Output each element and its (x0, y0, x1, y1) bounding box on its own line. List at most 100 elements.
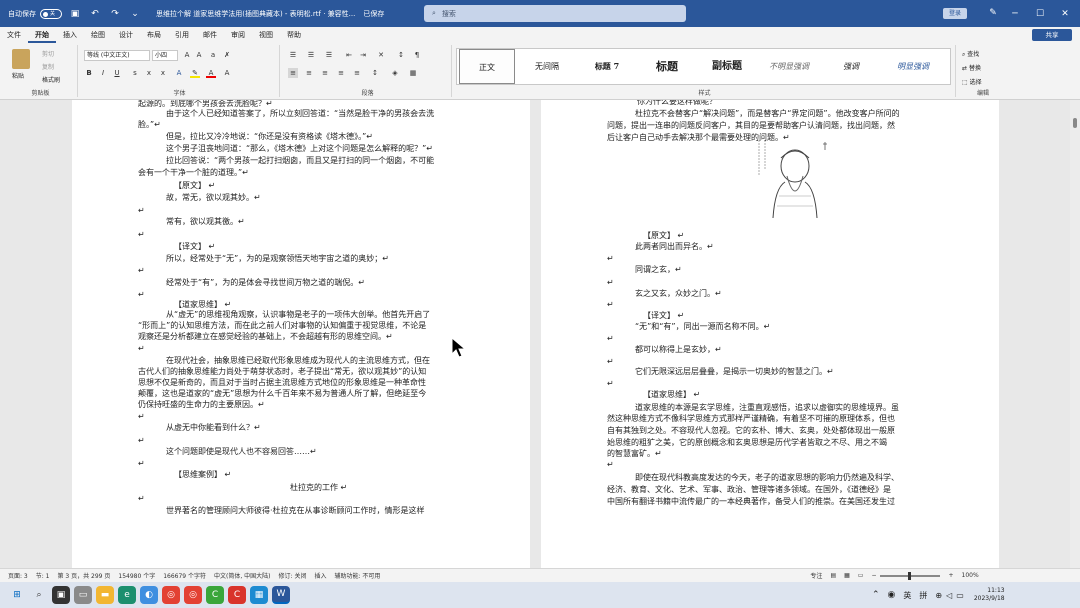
paste-icon[interactable] (12, 49, 30, 69)
tab-insert[interactable]: 插入 (56, 27, 84, 43)
tab-layout[interactable]: 布局 (140, 27, 168, 43)
text-line[interactable]: ↵ (138, 493, 145, 504)
clock[interactable]: 11:13 2023/9/18 (974, 587, 1005, 603)
chrome-icon[interactable]: ◎ (162, 586, 180, 604)
text-line[interactable]: 【译文】 ↵ (174, 241, 215, 252)
text-line[interactable]: ↵ (607, 333, 614, 344)
copy-button[interactable]: 复制 (42, 62, 54, 71)
text-line[interactable]: 脸。”↵ (138, 119, 161, 130)
ime-lang[interactable]: 英 (903, 590, 911, 601)
text-line[interactable]: 它们无限深远层层叠叠，是揭示一切奥妙的智慧之门。↵ (635, 366, 834, 377)
text-line[interactable]: 这个问题即使是现代人也不容易回答……↵ (166, 446, 317, 457)
bullets-icon[interactable]: ☰ (288, 50, 298, 60)
status-page-of[interactable]: 第 3 页，共 299 页 (58, 571, 111, 580)
chrome-icon-2[interactable]: ◎ (184, 586, 202, 604)
tab-home[interactable]: 开始 (28, 27, 56, 43)
text-line[interactable]: 的智慧富矿。↵ (607, 448, 662, 459)
word-icon[interactable]: W (272, 586, 290, 604)
tab-view[interactable]: 视图 (252, 27, 280, 43)
pen-icon[interactable]: ✎ (986, 6, 1000, 20)
tab-references[interactable]: 引用 (168, 27, 196, 43)
style-no-spacing[interactable]: 无间隔 (519, 49, 575, 84)
find-button[interactable]: ⌕ 查找 (962, 49, 979, 59)
saved-status[interactable]: 已保存 (363, 9, 384, 19)
text-line[interactable]: 问题，提出一连串的问题反问客户，其目的是要帮助客户认清问题，找出问题，然 (607, 120, 895, 131)
numbering-icon[interactable]: ☰ (306, 50, 316, 60)
align-left-icon[interactable]: ≡ (288, 68, 298, 78)
text-line[interactable]: ↵ (607, 253, 614, 264)
highlight-icon[interactable]: ✎ (190, 68, 200, 78)
file-explorer-icon[interactable]: ▬ (96, 586, 114, 604)
paste-button[interactable]: 粘贴 (12, 71, 24, 80)
borders-icon[interactable]: ▦ (408, 68, 418, 78)
app-icon-1[interactable]: ▭ (74, 586, 92, 604)
shading-icon[interactable]: ◈ (390, 68, 400, 78)
style-intense-emphasis[interactable]: 明显强调 (885, 49, 941, 84)
font-name-select[interactable]: 等线 (中文正文) (84, 50, 150, 61)
tray-app-icon[interactable]: ◉ (888, 590, 896, 600)
decrease-indent-icon[interactable]: ⇤ (344, 50, 354, 60)
text-line[interactable]: “无”和“有”，同出一源而名称不同。↵ (635, 321, 770, 332)
text-line[interactable]: 然这种思维方式不像科学思维方式那样严谨精确，有着坚不可摧的原理体系，但也 (607, 413, 895, 424)
replace-button[interactable]: ⇄ 替换 (962, 63, 981, 72)
zoom-level[interactable]: 100% (962, 572, 979, 579)
show-marks-icon[interactable]: ¶ (412, 50, 422, 60)
text-line[interactable]: 【道家思维】 ↵ (643, 389, 700, 400)
text-line[interactable]: 颠覆，这也是道家的“虚无”思想为什么千百年来不易为普通人所了解，但绝延至今 (138, 388, 426, 399)
text-line[interactable]: 后让客户自己动手去解决那个最需要处理的问题。↵ (607, 132, 790, 143)
read-mode-icon[interactable]: ▤ (830, 572, 836, 579)
text-line[interactable]: 此两者同出而异名。↵ (635, 241, 714, 252)
focus-mode-button[interactable]: 专注 (810, 571, 822, 580)
format-painter-button[interactable]: 格式刷 (42, 75, 60, 84)
text-line[interactable]: 杜拉克的工作 ↵ (290, 482, 347, 493)
subscript-icon[interactable]: x (144, 68, 154, 78)
text-line[interactable]: 故，常无，欲以观其妙。↵ (166, 192, 261, 203)
taskbar-search-icon[interactable]: ⌕ (30, 586, 48, 604)
multilevel-icon[interactable]: ☰ (324, 50, 334, 60)
text-line[interactable]: ↵ (607, 356, 614, 367)
clear-format-icon[interactable]: ✗ (222, 50, 232, 60)
text-line[interactable]: ↵ (607, 277, 614, 288)
bold-icon[interactable]: B (84, 68, 94, 78)
increase-indent-icon[interactable]: ⇥ (358, 50, 368, 60)
close-icon[interactable]: ✕ (1050, 0, 1080, 27)
scroll-thumb[interactable] (1073, 118, 1077, 128)
tray-chevron-icon[interactable]: ⌃ (872, 590, 880, 600)
text-line[interactable]: 同谓之玄，↵ (635, 264, 682, 275)
text-line[interactable]: 始思维的粗犷之美，它的原创概念和玄奥思想是历代学者皆取之不尽、用之不竭 (607, 437, 887, 448)
zoom-out-icon[interactable]: − (871, 572, 876, 579)
select-button[interactable]: ⬚ 选择 (962, 77, 982, 86)
text-line[interactable]: 观察还是分析都建立在感觉经验的基础上，不会超越有形的思维空间。↵ (138, 331, 393, 342)
text-line[interactable]: ↵ (607, 378, 614, 389)
style-emphasis[interactable]: 强调 (823, 49, 879, 84)
superscript-icon[interactable]: x (158, 68, 168, 78)
text-line[interactable]: 道家思维的本源是玄学思维，注重直观感悟，追求以虚御实的思维境界。虽 (635, 402, 899, 413)
text-line[interactable]: 世界著名的管理顾问大师彼得·杜拉克在从事诊断顾问工作时，情形是这样 (166, 505, 425, 516)
text-line[interactable]: 【译文】 ↵ (643, 310, 684, 321)
text-line[interactable]: 自有其独到之处。不容现代人忽视。它的玄朴、博大、玄奥，处处都体现出一般原 (607, 425, 895, 436)
page-left[interactable]: 起源的。到底哪个男孩会去洗脸呢？↵ 由于这个人已经知道答案了，所以立刻回答道：“当… (72, 100, 530, 568)
underline-icon[interactable]: U (112, 68, 122, 78)
text-line[interactable]: 常有，欲以观其徼。↵ (166, 216, 245, 227)
text-line[interactable]: 这个男子沮丧地问道：“那么，《塔木德》上对这个问题是怎么解释的呢？”↵ (166, 143, 433, 154)
status-language[interactable]: 中文(简体, 中国大陆) (214, 571, 271, 580)
app-icon-2[interactable]: ◐ (140, 586, 158, 604)
web-layout-icon[interactable]: ▭ (858, 572, 864, 579)
text-line[interactable]: ↵ (607, 459, 614, 470)
redo-icon[interactable]: ↷ (108, 7, 122, 21)
char-shading-icon[interactable]: A (222, 68, 232, 78)
grow-font-icon[interactable]: A (182, 50, 192, 60)
change-case-icon[interactable]: a (208, 50, 218, 60)
app-icon-4[interactable]: C (228, 586, 246, 604)
text-line[interactable]: ↵ (607, 299, 614, 310)
page-right[interactable]: 你为什么要这样做呢？ 杜拉克不会替客户“解决问题”，而是替客户“界定问题”。他改变… (541, 100, 999, 568)
text-line[interactable]: ↵ (138, 458, 145, 469)
text-line[interactable]: 从“虚无”的思维视角观察，认识事物是老子的一项伟大创举。他首先开启了 (166, 309, 430, 320)
text-line[interactable]: 【思维案例】 ↵ (174, 469, 231, 480)
vertical-scrollbar[interactable] (1070, 100, 1080, 568)
style-heading7[interactable]: 标题 7 (579, 49, 635, 84)
zoom-in-icon[interactable]: + (948, 572, 953, 579)
document-area[interactable]: 起源的。到底哪个男孩会去洗脸呢？↵ 由于这个人已经知道答案了，所以立刻回答道：“当… (0, 100, 1080, 568)
text-line[interactable]: 经常处于“有”，为的是体会寻找世间万物之道的端倪。↵ (166, 277, 365, 288)
text-line[interactable]: 你为什么要这样做呢？ (637, 100, 717, 107)
